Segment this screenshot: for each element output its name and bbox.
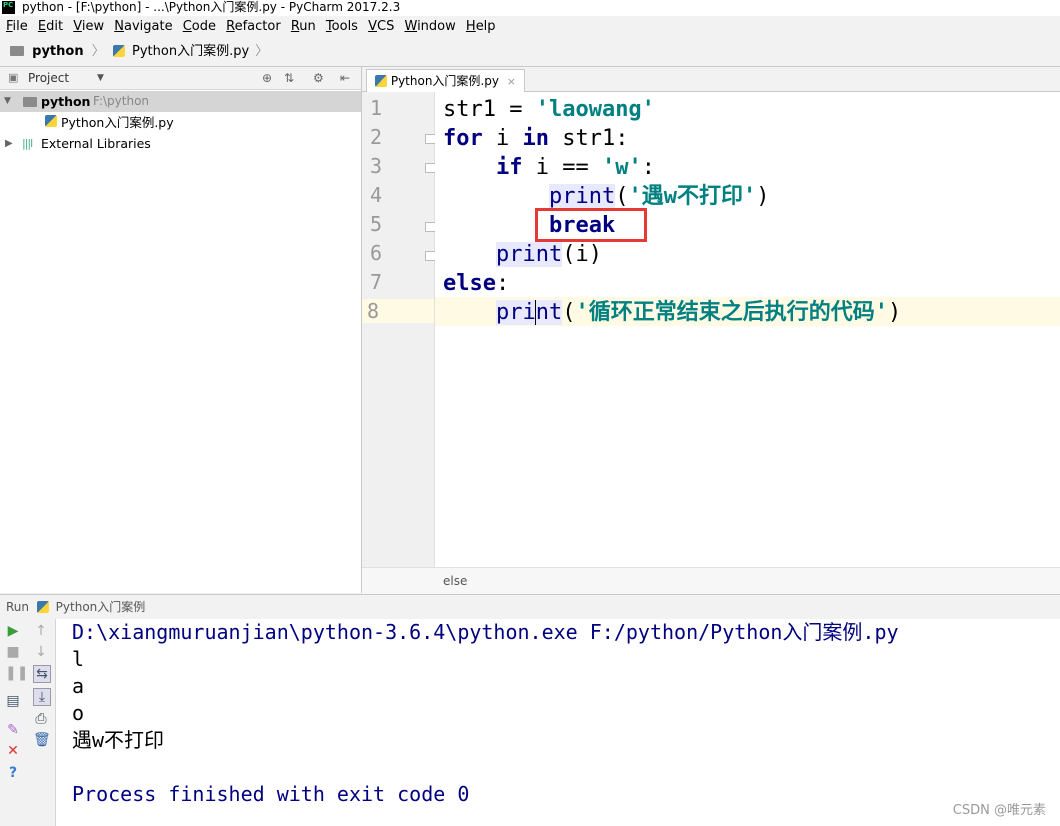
window-title: python - [F:\python] - ...\Python入门案例.py…: [22, 0, 401, 14]
menu-refactor[interactable]: Refactor: [226, 16, 281, 38]
python-file-icon: [112, 45, 125, 57]
project-view-selector[interactable]: Project: [28, 67, 69, 89]
print-icon[interactable]: ⎙: [33, 711, 49, 727]
tree-item-python-root[interactable]: ▼ python F:\python: [0, 91, 361, 112]
menu-run[interactable]: Run: [291, 16, 316, 38]
tab-python-file[interactable]: Python入门案例.py ×: [366, 69, 526, 92]
highlight-box: [535, 208, 647, 242]
console-line: 遇w不打印: [72, 728, 165, 752]
soft-wrap-icon[interactable]: ⇆: [33, 665, 51, 683]
console-line: l: [72, 647, 85, 671]
file-name: Python入门案例.py: [61, 115, 174, 130]
tab-label: Python入门案例.py: [390, 74, 499, 88]
menu-file[interactable]: File: [6, 16, 28, 38]
run-panel-header: Run Python入门案例: [0, 594, 1060, 620]
tree-item-external-libraries[interactable]: ▶ |||l External Libraries: [0, 133, 361, 154]
pin-icon[interactable]: ✎: [5, 722, 21, 738]
tree-item-file[interactable]: Python入门案例.py: [0, 112, 361, 133]
folder-icon: [23, 97, 37, 107]
run-toolbar-right: ↑ ↓ ⇆ ⤓ ⎙ 🗑: [28, 619, 56, 826]
code-line-3[interactable]: if i == 'w':: [443, 153, 655, 182]
line-number: 5: [369, 212, 382, 236]
scroll-to-end-icon[interactable]: ⤓: [33, 688, 51, 706]
line-number: 2: [369, 125, 382, 149]
navigation-bar: python 〉 Python入门案例.py 〉: [0, 38, 1060, 67]
watermark: CSDN @唯元素: [952, 803, 1046, 818]
line-number: 1: [369, 96, 382, 120]
chevron-right-icon: 〉: [91, 44, 105, 59]
menu-tools[interactable]: Tools: [326, 16, 358, 38]
console-line-command: D:\xiangmuruanjian\python-3.6.4\python.e…: [72, 620, 899, 644]
expanded-arrow-icon[interactable]: ▼: [4, 91, 11, 112]
console-output[interactable]: D:\xiangmuruanjian\python-3.6.4\python.e…: [56, 619, 1060, 826]
collapse-all-icon[interactable]: ⇅: [284, 67, 294, 89]
line-number: 3: [369, 154, 382, 178]
code-editor[interactable]: str1 = 'laowang' for i in str1: if i == …: [435, 92, 1060, 567]
menu-navigate[interactable]: Navigate: [114, 16, 172, 38]
folder-icon: [10, 46, 24, 56]
menu-edit[interactable]: Edit: [38, 16, 63, 38]
line-number-current: 8: [362, 299, 434, 323]
dropdown-arrow-icon[interactable]: ▼: [97, 67, 104, 89]
pycharm-logo-icon: PC: [2, 1, 15, 14]
code-line-8[interactable]: print('循环正常结束之后执行的代码'): [443, 298, 901, 327]
breadcrumb-item[interactable]: else: [443, 574, 467, 588]
down-arrow-icon[interactable]: ↓: [33, 644, 49, 660]
external-libraries-label: External Libraries: [41, 136, 151, 151]
run-label: Run: [6, 600, 30, 614]
library-icon: |||l: [22, 137, 33, 150]
collapsed-arrow-icon[interactable]: ▶: [5, 133, 13, 154]
close-icon[interactable]: ×: [507, 75, 516, 88]
trash-icon[interactable]: 🗑: [33, 732, 51, 748]
rerun-icon[interactable]: ▶: [5, 623, 21, 639]
line-number: 6: [369, 241, 382, 265]
menu-vcs[interactable]: VCS: [368, 16, 394, 38]
console-line-exit: Process finished with exit code 0: [72, 782, 470, 806]
code-line-6[interactable]: print(i): [443, 240, 602, 269]
editor-tab-bar: Python入门案例.py ×: [362, 67, 1060, 92]
project-view-icon: ▣: [8, 71, 19, 84]
code-line-4[interactable]: print('遇w不打印'): [443, 182, 769, 211]
python-file-icon: [36, 601, 49, 613]
close-icon[interactable]: ✕: [5, 743, 21, 759]
menu-view[interactable]: View: [73, 16, 104, 38]
pause-icon[interactable]: ❚❚: [5, 665, 28, 681]
line-number: 4: [369, 183, 382, 207]
menu-bar: File Edit View Navigate Code Refactor Ru…: [0, 16, 1060, 38]
menu-code[interactable]: Code: [183, 16, 216, 38]
run-toolbar-left: ▶ ■ ❚❚ ▤ ✎ ✕ ?: [0, 619, 28, 826]
menu-help[interactable]: Help: [466, 16, 496, 38]
nav-project[interactable]: python: [32, 44, 83, 59]
root-path: F:\python: [93, 94, 150, 108]
python-file-icon: [375, 75, 387, 87]
chevron-right-icon: 〉: [255, 44, 269, 59]
locate-icon[interactable]: ⊕: [262, 67, 272, 89]
help-icon[interactable]: ?: [5, 765, 21, 781]
python-file-icon: [45, 115, 57, 127]
up-arrow-icon[interactable]: ↑: [33, 623, 49, 639]
menu-window[interactable]: Window: [404, 16, 455, 38]
code-line-2[interactable]: for i in str1:: [443, 124, 628, 153]
line-number: 7: [369, 270, 382, 294]
hide-panel-icon[interactable]: ⇤: [340, 67, 350, 89]
gear-icon[interactable]: ⚙: [313, 67, 324, 89]
console-line: o: [72, 701, 85, 725]
root-name: python: [41, 94, 91, 109]
title-bar: PC python - [F:\python] - ...\Python入门案例…: [0, 0, 1060, 16]
run-config-tab[interactable]: Python入门案例: [56, 600, 146, 614]
code-line-7[interactable]: else:: [443, 269, 509, 298]
stop-icon[interactable]: ■: [5, 644, 21, 660]
editor-gutter: 1 2 3 4 5 6 7 8: [362, 92, 437, 567]
console-line: a: [72, 674, 85, 698]
project-panel: ▣ Project ▼ ⊕ ⇅ ⚙ ⇤ ▼ python F:\python P…: [0, 67, 362, 593]
nav-file[interactable]: Python入门案例.py: [132, 44, 249, 59]
editor-breadcrumb: else: [362, 567, 1060, 594]
project-panel-header: ▣ Project ▼ ⊕ ⇅ ⚙ ⇤: [0, 67, 361, 90]
code-line-1[interactable]: str1 = 'laowang': [443, 95, 655, 124]
layout-icon[interactable]: ▤: [5, 693, 21, 709]
